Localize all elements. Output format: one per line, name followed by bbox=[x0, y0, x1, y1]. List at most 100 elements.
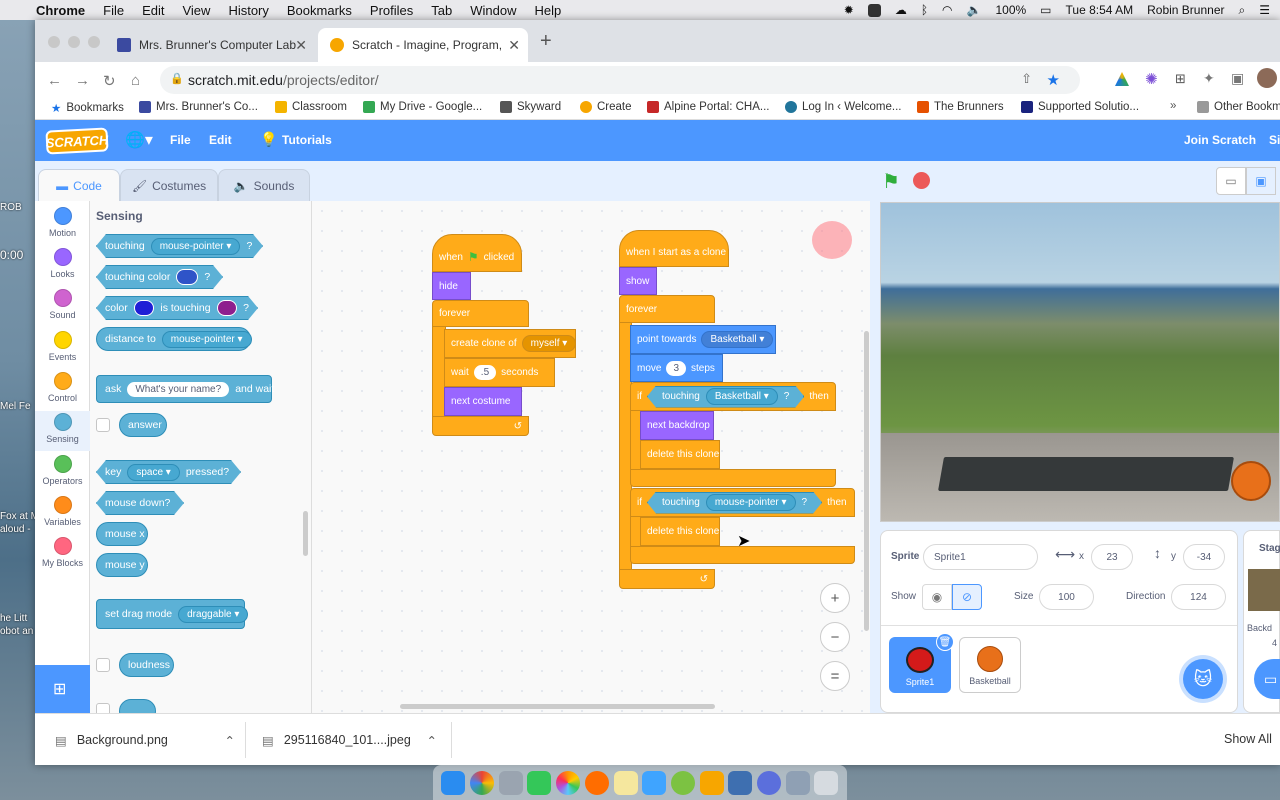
search-icon[interactable]: ⌕ bbox=[1239, 3, 1246, 18]
block-point-towards[interactable]: point towards Basketball ▾ bbox=[630, 325, 776, 354]
extension-icon[interactable]: ✺ bbox=[1145, 70, 1158, 88]
block-next-backdrop[interactable]: next backdrop bbox=[640, 411, 714, 440]
block-if-then[interactable]: if touching Basketball ▾? then bbox=[630, 382, 836, 411]
block-set-drag-mode[interactable]: set drag mode draggable ▾ bbox=[96, 599, 249, 629]
menu-tab[interactable]: Tab bbox=[431, 3, 452, 18]
sprite-thumb-basketball[interactable]: Basketball bbox=[959, 637, 1021, 693]
facetime-icon[interactable] bbox=[527, 770, 552, 795]
block-next-costume[interactable]: next costume bbox=[444, 387, 522, 416]
block-loudness[interactable]: loudness bbox=[119, 653, 174, 677]
block-key-pressed[interactable]: key space ▾ pressed? bbox=[96, 460, 241, 484]
avatar[interactable] bbox=[1257, 68, 1277, 88]
delete-sprite-trash-icon[interactable]: 🗑 bbox=[936, 633, 954, 651]
block-wait[interactable]: wait .5 seconds bbox=[444, 358, 555, 387]
new-tab-button[interactable]: + bbox=[540, 30, 552, 53]
touching-dropdown[interactable]: mouse-pointer ▾ bbox=[706, 494, 796, 511]
wifi-icon[interactable]: ◠ bbox=[942, 3, 952, 17]
scratch-app-icon[interactable] bbox=[699, 770, 724, 795]
category-events[interactable]: Events bbox=[35, 331, 90, 362]
menu-file[interactable]: File bbox=[103, 3, 124, 18]
block-touching-color[interactable]: touching color? bbox=[96, 265, 223, 289]
tab-code[interactable]: ▬ Code bbox=[38, 169, 120, 201]
download-item[interactable]: ▤ Background.png ⌃ bbox=[55, 714, 235, 765]
image-capture-icon[interactable] bbox=[785, 770, 810, 795]
category-motion[interactable]: Motion bbox=[35, 207, 90, 238]
point-dropdown[interactable]: Basketball ▾ bbox=[701, 331, 774, 348]
block-touching[interactable]: touching mouse-pointer ▾? bbox=[96, 234, 263, 258]
cloud-icon[interactable]: ☁ bbox=[895, 3, 907, 17]
status-icon[interactable] bbox=[867, 3, 881, 17]
bookmark-alpine[interactable]: Alpine Portal: CHA... bbox=[647, 101, 769, 113]
choose-backdrop-icon[interactable]: ▭ bbox=[1254, 659, 1280, 699]
battery-percent[interactable]: 100% bbox=[995, 3, 1026, 17]
lightbulb-icon[interactable]: 💡 bbox=[260, 131, 277, 148]
sign-in-link[interactable]: Si bbox=[1269, 133, 1280, 147]
refresh-app-icon[interactable] bbox=[670, 770, 695, 795]
block-mouse-down[interactable]: mouse down? bbox=[96, 491, 184, 515]
control-center-icon[interactable]: ☰ bbox=[1259, 3, 1270, 17]
answer-checkbox[interactable] bbox=[96, 418, 110, 432]
bookmark-my-drive[interactable]: My Drive - Google... bbox=[363, 101, 482, 113]
menu-profiles[interactable]: Profiles bbox=[370, 3, 413, 18]
block-ask-and-wait[interactable]: ask What's your name? and wait bbox=[96, 375, 274, 403]
address-bar[interactable]: 🔒 scratch.mit.edu/projects/editor/ ★ ⇧ bbox=[160, 66, 1080, 94]
apps-icon[interactable]: ⊞ bbox=[1175, 71, 1186, 87]
block-distance-to[interactable]: distance to mouse-pointer ▾ bbox=[96, 327, 252, 351]
ask-input[interactable]: What's your name? bbox=[127, 381, 230, 397]
trash-icon[interactable] bbox=[814, 770, 839, 795]
star-icon[interactable]: ★ bbox=[1047, 71, 1060, 89]
chevron-up-icon[interactable]: ⌃ bbox=[225, 733, 235, 748]
gear-icon[interactable]: ✹ bbox=[844, 3, 854, 17]
workspace-v-scrollbar[interactable] bbox=[864, 331, 869, 631]
show-all-downloads-button[interactable]: Show All bbox=[1224, 732, 1272, 746]
touching-dropdown[interactable]: Basketball ▾ bbox=[706, 388, 778, 405]
large-stage-button[interactable]: ▣ bbox=[1246, 167, 1276, 195]
tab-sounds[interactable]: 🔈 Sounds bbox=[218, 169, 310, 201]
menu-bookmarks[interactable]: Bookmarks bbox=[287, 3, 352, 18]
block-show[interactable]: show bbox=[619, 267, 657, 295]
menu-view[interactable]: View bbox=[182, 3, 210, 18]
show-visible-eye-icon[interactable]: ◉ bbox=[922, 584, 952, 610]
touching-dropdown[interactable]: mouse-pointer ▾ bbox=[151, 238, 241, 255]
block-delete-clone[interactable]: delete this clone bbox=[640, 440, 720, 469]
menu-history[interactable]: History bbox=[228, 3, 268, 18]
share-icon[interactable]: ⇧ bbox=[1021, 71, 1032, 87]
category-sensing[interactable]: Sensing bbox=[35, 411, 90, 451]
close-window-button[interactable] bbox=[48, 36, 60, 48]
tab-computer-lab[interactable]: Mrs. Brunner's Computer Lab ✕ bbox=[105, 28, 315, 62]
launchpad-icon[interactable] bbox=[498, 770, 523, 795]
category-control[interactable]: Control bbox=[35, 372, 90, 403]
y-input[interactable]: -34 bbox=[1183, 544, 1225, 570]
wait-input[interactable]: .5 bbox=[473, 365, 497, 380]
move-input[interactable]: 3 bbox=[666, 360, 687, 376]
block-mouse-y[interactable]: mouse y bbox=[96, 553, 148, 577]
block-when-start-as-clone[interactable]: when I start as a clone bbox=[619, 230, 729, 267]
distance-dropdown[interactable]: mouse-pointer ▾ bbox=[161, 330, 252, 348]
palette-scrollbar[interactable] bbox=[303, 511, 308, 556]
block-touching-condition[interactable]: touching Basketball ▾? bbox=[647, 386, 804, 408]
block-if-then[interactable]: if touching mouse-pointer ▾? then bbox=[630, 488, 855, 517]
photos-icon[interactable] bbox=[556, 770, 581, 795]
block-when-flag-clicked[interactable]: when ⚑ clicked bbox=[432, 234, 522, 272]
bookmark-skyward[interactable]: Skyward bbox=[500, 101, 561, 113]
volume-icon[interactable]: 🔈 bbox=[967, 3, 982, 17]
bookmark-supported[interactable]: Supported Solutio... bbox=[1021, 101, 1139, 113]
small-stage-button[interactable]: ▭ bbox=[1216, 167, 1246, 195]
bookmark-login[interactable]: Log In ‹ Welcome... bbox=[785, 101, 902, 113]
forward-icon[interactable]: → bbox=[75, 72, 90, 89]
bookmark-bookmarks[interactable]: ★ Bookmarks bbox=[51, 101, 124, 115]
color-swatch[interactable] bbox=[176, 269, 198, 285]
zoom-reset-button[interactable]: = bbox=[820, 661, 850, 691]
tab-scratch[interactable]: Scratch - Imagine, Program, Sh ✕ bbox=[318, 28, 528, 62]
green-flag-button[interactable]: ⚑ bbox=[882, 169, 900, 194]
block-touching-condition[interactable]: touching mouse-pointer ▾? bbox=[647, 492, 822, 514]
block-hide[interactable]: hide bbox=[432, 272, 471, 300]
direction-input[interactable]: 124 bbox=[1171, 584, 1226, 610]
block-mouse-x[interactable]: mouse x bbox=[96, 522, 148, 546]
loudness-checkbox[interactable] bbox=[96, 658, 110, 672]
stage-target-pane[interactable]: Stag Backd 4 ▭ bbox=[1243, 530, 1280, 713]
bluetooth-icon[interactable]: ᛒ bbox=[921, 3, 928, 17]
add-extension-button[interactable]: ⊞ bbox=[35, 665, 90, 713]
block-move-steps[interactable]: move 3 steps bbox=[630, 354, 723, 382]
download-item[interactable]: ▤ 295116840_101....jpeg ⌃ bbox=[262, 714, 437, 765]
